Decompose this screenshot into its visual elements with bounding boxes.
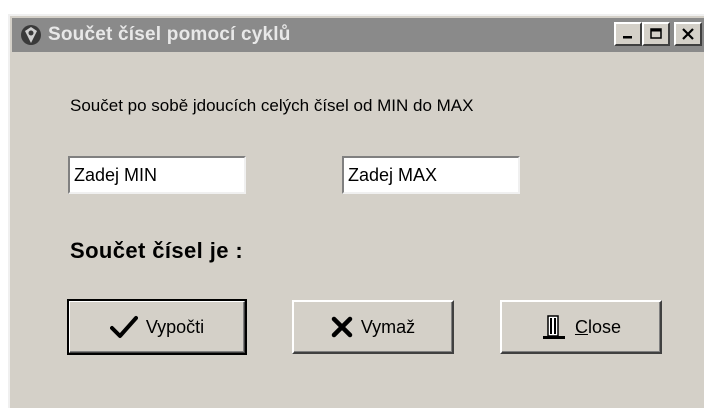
title-bar[interactable]: Součet čísel pomocí cyklů: [12, 18, 704, 52]
instruction-text: Součet po sobě jdoucích celých čísel od …: [70, 96, 474, 115]
max-input[interactable]: [342, 156, 520, 194]
result-label: Součet čísel je :: [70, 238, 244, 263]
window-title: Součet čísel pomocí cyklů: [48, 24, 291, 45]
close-label-rest: lose: [587, 316, 622, 337]
minimize-button[interactable]: [614, 22, 642, 46]
close-window-button[interactable]: [674, 22, 702, 46]
app-icon[interactable]: [18, 22, 44, 48]
min-input[interactable]: [68, 156, 246, 194]
close-label: Close: [575, 317, 621, 338]
close-label-mnemonic: C: [574, 316, 588, 337]
clear-label: Vymaž: [360, 316, 416, 337]
minimize-icon: [623, 36, 632, 39]
close-icon: [682, 28, 694, 40]
checkmark-icon: [109, 315, 138, 339]
calculate-label: Vypočti: [145, 316, 205, 337]
calculate-button[interactable]: Vypočti: [67, 299, 247, 355]
door-icon: [541, 313, 567, 341]
x-icon: [331, 316, 353, 338]
maximize-button[interactable]: [642, 22, 670, 46]
window-controls: [614, 22, 702, 46]
clear-button[interactable]: Vymaž: [292, 300, 454, 354]
app-window: Součet čísel pomocí cyklů Součet po sobě…: [8, 14, 704, 408]
close-button[interactable]: Close: [500, 300, 662, 354]
maximize-icon: [650, 28, 662, 39]
